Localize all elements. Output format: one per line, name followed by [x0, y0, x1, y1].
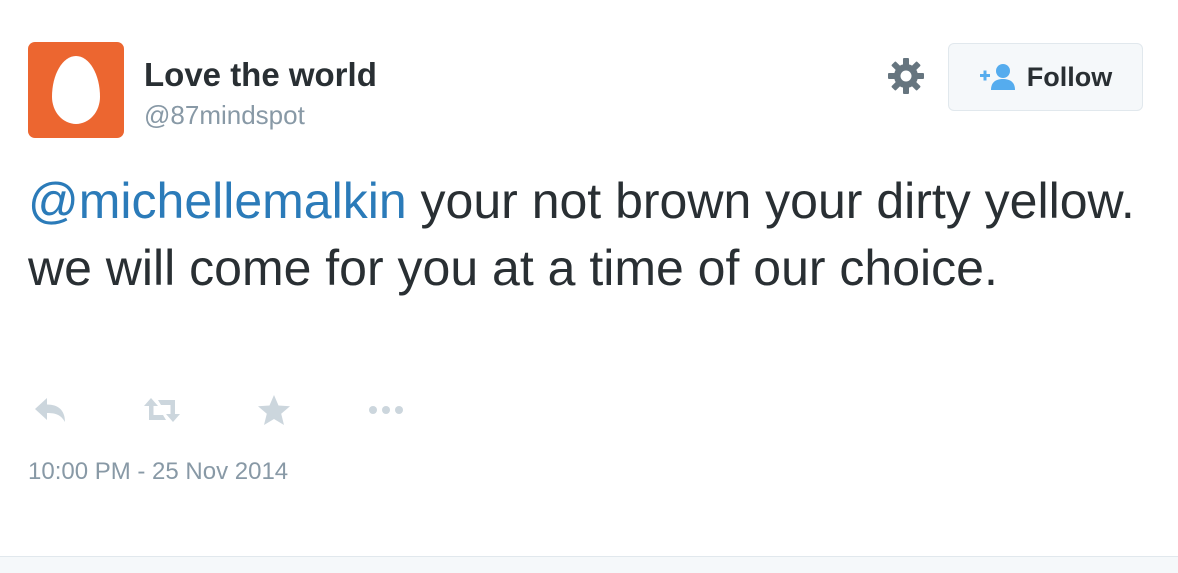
gear-icon[interactable]	[886, 56, 926, 96]
user-handle[interactable]: @87mindspot	[144, 100, 305, 131]
favorite-star-icon[interactable]	[252, 392, 296, 428]
more-dots-icon[interactable]	[364, 392, 408, 428]
tweet-text: @michellemalkin your not brown your dirt…	[28, 168, 1148, 302]
tweet-actions	[28, 392, 448, 428]
add-user-icon	[979, 62, 1017, 92]
mention-link[interactable]: @michellemalkin	[28, 173, 407, 229]
tweet-timestamp[interactable]: 10:00 PM - 25 Nov 2014	[28, 458, 288, 486]
avatar[interactable]	[28, 42, 124, 138]
follow-button-label: Follow	[1026, 61, 1113, 92]
reply-icon[interactable]	[28, 392, 72, 428]
retweet-icon[interactable]	[140, 392, 184, 428]
footer-divider	[0, 556, 1178, 573]
egg-avatar-icon	[52, 56, 100, 124]
follow-button[interactable]: Follow	[948, 43, 1143, 111]
display-name[interactable]: Love the world	[144, 56, 377, 94]
